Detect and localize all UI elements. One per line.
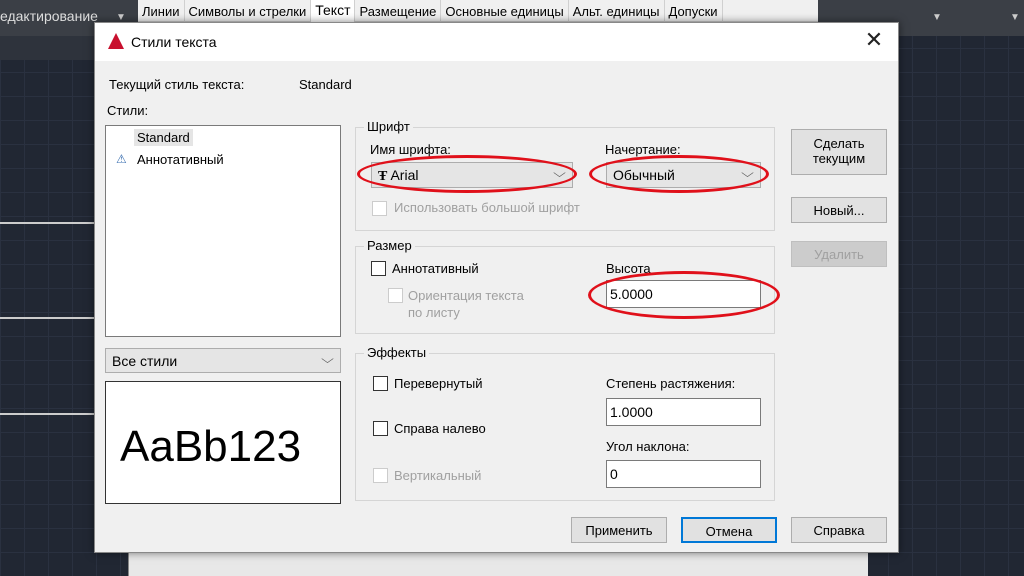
styles-label: Стили: [107, 103, 149, 118]
effects-group: Эффекты Перевернутый Справа налево Верти… [355, 345, 775, 501]
apply-button[interactable]: Применить [571, 517, 667, 543]
tab-tolerances[interactable]: Допуски [665, 0, 723, 22]
vertical-checkbox[interactable] [373, 468, 388, 483]
new-button[interactable]: Новый... [791, 197, 887, 223]
upside-down-label: Перевернутый [394, 376, 483, 391]
tab-text[interactable]: Текст [311, 0, 356, 22]
width-factor-input[interactable]: 1.0000 [606, 398, 761, 426]
autocad-logo-icon [108, 33, 124, 49]
current-style-value: Standard [299, 77, 352, 92]
help-button[interactable]: Справка [791, 517, 887, 543]
width-factor-label: Степень растяжения: [606, 376, 736, 391]
preview-box: AaBb123 [105, 381, 341, 504]
dialog-title: Стили текста [131, 34, 217, 50]
annotation-ellipse [589, 155, 769, 193]
tab-primary-units[interactable]: Основные единицы [441, 0, 569, 22]
oblique-angle-label: Угол наклона: [606, 439, 690, 454]
backwards-checkbox[interactable] [373, 421, 388, 436]
styles-list: Standard ⚠ Аннотативный [105, 125, 341, 337]
annotation-ellipse [588, 271, 780, 319]
annotative-checkbox[interactable] [371, 261, 386, 276]
use-big-font-label: Использовать большой шрифт [394, 200, 580, 215]
set-current-label: Сделать [813, 136, 865, 151]
close-icon[interactable]: ✕ [860, 27, 888, 53]
tab-fit[interactable]: Размещение [355, 0, 442, 22]
paper-orientation-label-2: по листу [408, 305, 460, 320]
list-item-standard[interactable]: Standard [134, 129, 193, 146]
ribbon-panel-label[interactable]: едактирование [0, 8, 98, 24]
annotative-icon: ⚠ [116, 152, 127, 166]
set-current-button[interactable]: Сделать текущим [791, 129, 887, 175]
cancel-button[interactable]: Отмена [681, 517, 777, 543]
vertical-label: Вертикальный [394, 468, 482, 483]
oblique-angle-input[interactable]: 0 [606, 460, 761, 488]
styles-filter-select[interactable]: Все стили ⌵ [105, 348, 341, 373]
background-dialog [128, 553, 868, 576]
dropdown-arrow-icon[interactable]: ▼ [932, 12, 942, 23]
drawing-line [0, 222, 94, 224]
paper-orientation-label: Ориентация текста [408, 288, 524, 303]
delete-button[interactable]: Удалить [791, 241, 887, 267]
tab-symbols-arrows[interactable]: Символы и стрелки [185, 0, 312, 22]
backwards-label: Справа налево [394, 421, 486, 436]
preview-text: AaBb123 [120, 422, 302, 471]
drawing-line [0, 317, 94, 319]
size-group-label: Размер [364, 238, 415, 253]
styles-filter-value: Все стили [112, 353, 178, 369]
current-style-label: Текущий стиль текста: [109, 77, 245, 92]
title-bar[interactable]: Стили текста ✕ [95, 23, 898, 61]
set-current-label-2: текущим [812, 151, 866, 166]
font-group-label: Шрифт [364, 119, 413, 134]
chevron-down-icon: ⌵ [321, 352, 334, 366]
list-item-annotative[interactable]: Аннотативный [137, 152, 224, 167]
annotation-ellipse [357, 155, 577, 193]
tab-lines[interactable]: Линии [138, 0, 185, 22]
dimension-style-tabs: Линии Символы и стрелки Текст Размещение… [138, 0, 818, 22]
paper-orientation-checkbox[interactable] [388, 288, 403, 303]
drawing-line [0, 413, 94, 415]
canvas-header [0, 36, 94, 60]
annotative-label: Аннотативный [392, 261, 479, 276]
use-big-font-checkbox[interactable] [372, 201, 387, 216]
text-style-dialog: Стили текста ✕ Текущий стиль текста: Sta… [94, 22, 899, 553]
tab-alternate-units[interactable]: Альт. единицы [569, 0, 665, 22]
dropdown-arrow-icon[interactable]: ▼ [1010, 12, 1020, 23]
effects-group-label: Эффекты [364, 345, 430, 360]
upside-down-checkbox[interactable] [373, 376, 388, 391]
